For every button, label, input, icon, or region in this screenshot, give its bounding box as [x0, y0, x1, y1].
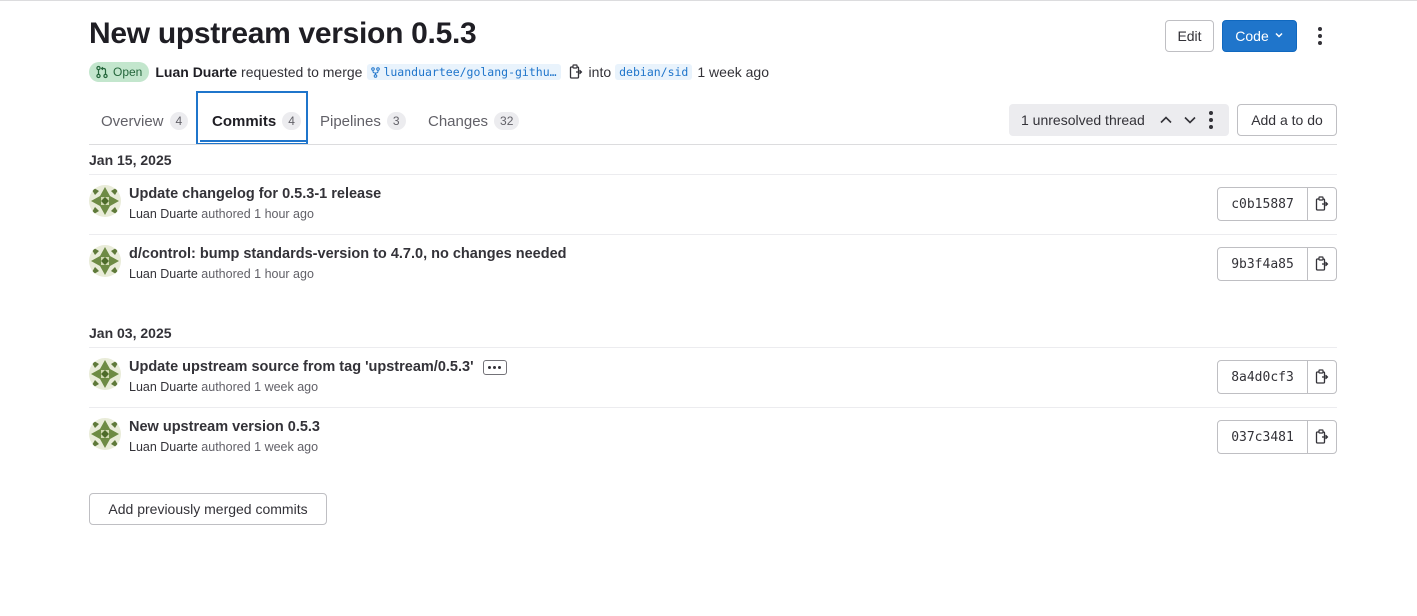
commit-verb: authored — [201, 267, 251, 281]
commit-title[interactable]: Update changelog for 0.5.3-1 release — [129, 186, 381, 202]
code-dropdown-button[interactable]: Code — [1222, 20, 1297, 52]
fork-icon — [371, 66, 381, 78]
commit-meta: Luan Duarte authored 1 hour ago — [129, 267, 314, 281]
more-actions-icon[interactable] — [1312, 25, 1328, 47]
divider — [89, 347, 1337, 348]
commit-meta: Luan Duarte authored 1 week ago — [129, 440, 318, 454]
unresolved-thread-label[interactable]: 1 unresolved thread — [1021, 112, 1145, 128]
date-header: Jan 15, 2025 — [89, 152, 172, 168]
source-branch-link[interactable]: luanduartee/golang-githu… — [367, 64, 561, 80]
copy-icon — [1315, 196, 1329, 211]
into-text: into — [588, 64, 612, 80]
add-previously-merged-commits-button[interactable]: Add previously merged commits — [89, 493, 327, 525]
unresolved-threads-control: 1 unresolved thread — [1009, 104, 1229, 136]
commit-sha-group: 8a4d0cf3 — [1217, 360, 1337, 394]
commit-sha-group: c0b15887 — [1217, 187, 1337, 221]
commit-verb: authored — [201, 207, 251, 221]
commit-meta: Luan Duarte authored 1 hour ago — [129, 207, 314, 221]
copy-sha-button[interactable] — [1308, 188, 1336, 220]
copy-icon — [1315, 256, 1329, 271]
tabs-divider — [89, 144, 1337, 145]
merge-request-icon — [96, 65, 108, 79]
merge-request-meta: Open Luan Duarte requested to merge luan… — [89, 62, 769, 82]
status-badge: Open — [89, 62, 150, 82]
tab-overview-label: Overview — [101, 112, 164, 130]
tab-changes-count: 32 — [494, 112, 520, 130]
tab-commits-count: 4 — [282, 112, 301, 130]
commit-title[interactable]: d/control: bump standards-version to 4.7… — [129, 246, 567, 262]
add-todo-button[interactable]: Add a to do — [1237, 104, 1337, 136]
tab-commits[interactable]: Commits 4 — [212, 105, 301, 137]
copy-sha-button[interactable] — [1308, 421, 1336, 453]
copy-sha-button[interactable] — [1308, 361, 1336, 393]
commit-title[interactable]: Update upstream source from tag 'upstrea… — [129, 359, 507, 375]
divider — [89, 407, 1337, 408]
chevron-down-icon — [1274, 30, 1284, 43]
avatar[interactable] — [89, 358, 121, 390]
commit-title-text: New upstream version 0.5.3 — [129, 419, 320, 435]
commit-title-text: Update changelog for 0.5.3-1 release — [129, 186, 382, 202]
thread-options-icon[interactable] — [1208, 111, 1213, 129]
tab-pipelines-label: Pipelines — [320, 112, 381, 130]
date-header: Jan 03, 2025 — [89, 325, 172, 341]
avatar[interactable] — [89, 185, 121, 217]
commit-meta: Luan Duarte authored 1 week ago — [129, 380, 318, 394]
commit-author[interactable]: Luan Duarte — [129, 267, 198, 281]
tab-pipelines[interactable]: Pipelines 3 — [320, 105, 406, 137]
edit-button[interactable]: Edit — [1165, 20, 1214, 52]
created-time: 1 week ago — [697, 64, 769, 80]
avatar[interactable] — [89, 418, 121, 450]
author-link[interactable]: Luan Duarte — [155, 64, 237, 80]
tab-overview[interactable]: Overview 4 — [101, 105, 189, 137]
expand-description-button[interactable] — [482, 359, 507, 375]
tab-commits-label: Commits — [212, 112, 277, 130]
copy-sha-button[interactable] — [1308, 248, 1336, 280]
commit-sha-button[interactable]: 037c3481 — [1218, 421, 1308, 453]
commit-time: 1 week ago — [254, 440, 319, 454]
divider — [89, 234, 1337, 235]
commit-sha-group: 9b3f4a85 — [1217, 247, 1337, 281]
avatar[interactable] — [89, 245, 121, 277]
code-button-label: Code — [1235, 28, 1269, 44]
tab-overview-count: 4 — [169, 112, 189, 130]
commit-author[interactable]: Luan Duarte — [129, 380, 198, 394]
tab-changes-label: Changes — [428, 112, 489, 130]
commit-sha-button[interactable]: c0b15887 — [1218, 188, 1308, 220]
copy-branch-icon[interactable] — [569, 64, 583, 80]
commit-sha-group: 037c3481 — [1217, 420, 1337, 454]
page-title: New upstream version 0.5.3 — [89, 17, 477, 50]
tab-pipelines-count: 3 — [386, 112, 406, 130]
source-branch-label: luanduartee/golang-githu… — [383, 65, 557, 79]
copy-icon — [1315, 429, 1329, 444]
divider — [89, 174, 1337, 175]
commit-time: 1 hour ago — [254, 267, 314, 281]
commit-verb: authored — [201, 440, 251, 454]
tab-changes[interactable]: Changes 32 — [428, 105, 520, 137]
commit-author[interactable]: Luan Duarte — [129, 440, 198, 454]
commit-title-text: d/control: bump standards-version to 4.7… — [129, 246, 567, 262]
commit-sha-button[interactable]: 8a4d0cf3 — [1218, 361, 1308, 393]
chevron-down-icon[interactable] — [1183, 113, 1197, 127]
merge-action-text: requested to merge — [241, 64, 363, 80]
commit-title-text: Update upstream source from tag 'upstrea… — [129, 359, 474, 375]
commit-time: 1 week ago — [254, 380, 319, 394]
status-label: Open — [113, 65, 143, 79]
commit-time: 1 hour ago — [254, 207, 314, 221]
target-branch-link[interactable]: debian/sid — [615, 64, 693, 80]
chevron-up-icon[interactable] — [1159, 113, 1173, 127]
commit-author[interactable]: Luan Duarte — [129, 207, 198, 221]
commit-sha-button[interactable]: 9b3f4a85 — [1218, 248, 1308, 280]
copy-icon — [1315, 369, 1329, 384]
active-tab-indicator — [200, 140, 306, 142]
commit-verb: authored — [201, 380, 251, 394]
commit-title[interactable]: New upstream version 0.5.3 — [129, 419, 320, 435]
